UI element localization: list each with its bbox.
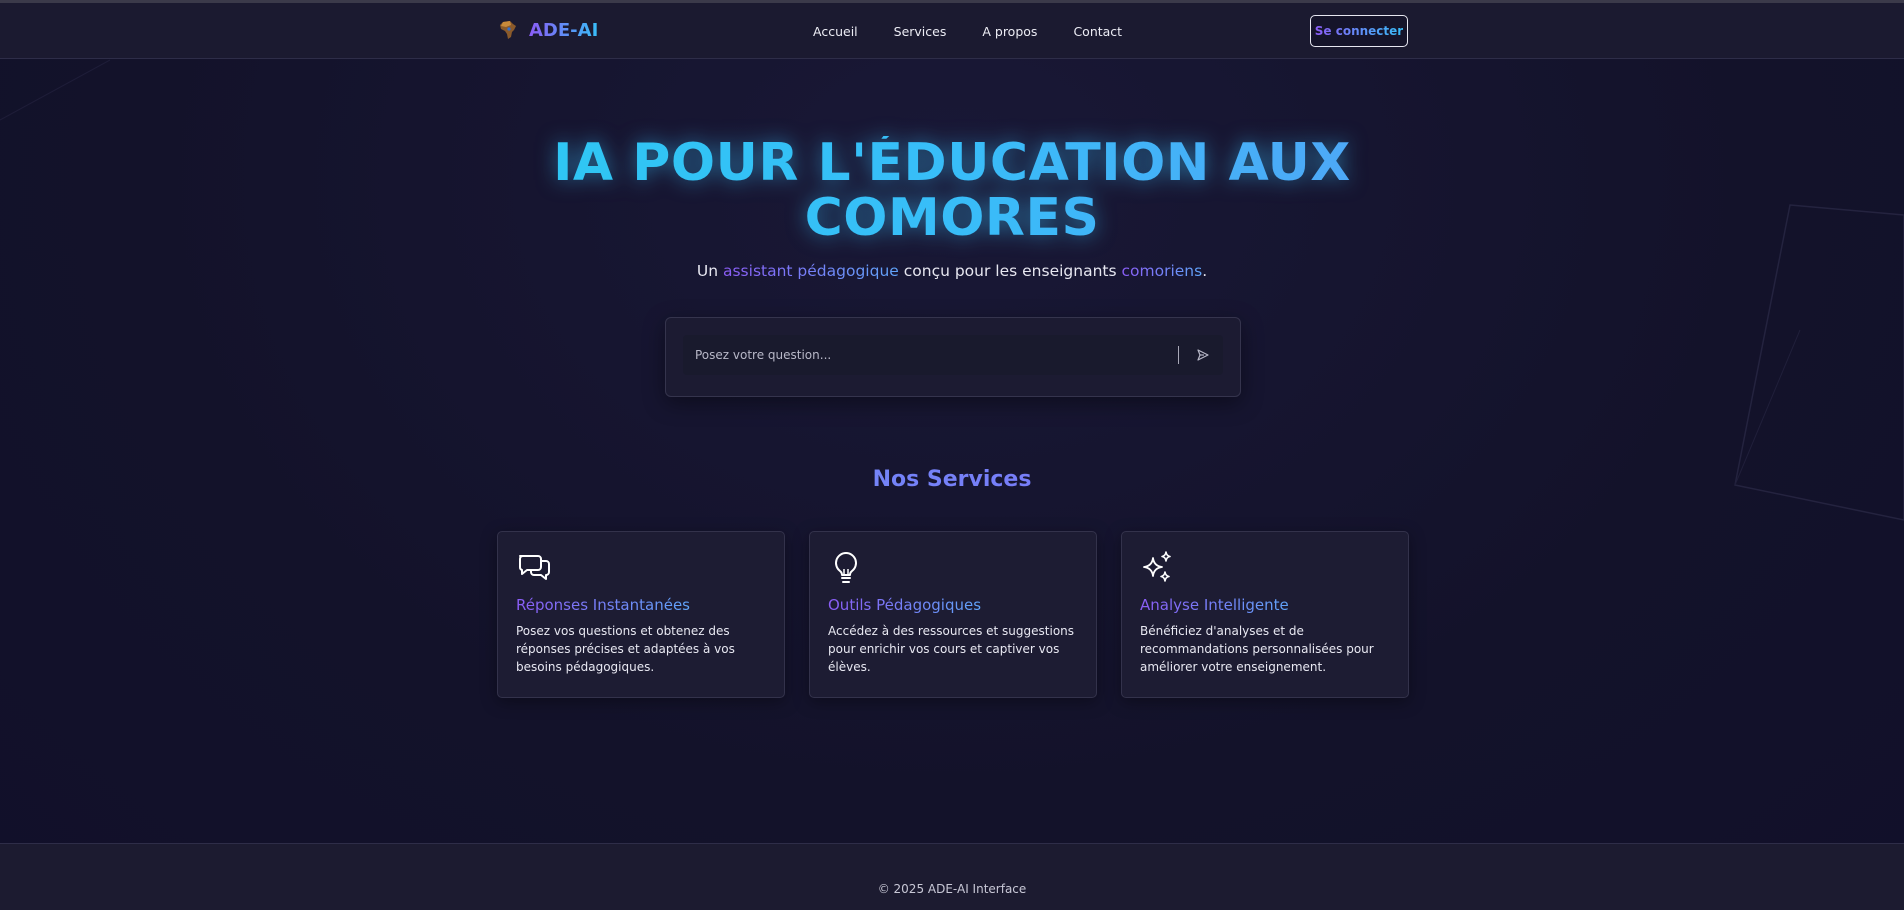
sparkles-icon <box>1140 550 1176 586</box>
nav-link-services[interactable]: Services <box>894 24 947 39</box>
question-field-wrapper <box>683 335 1223 375</box>
send-icon <box>1197 349 1209 361</box>
service-card-title: Outils Pédagogiques <box>828 596 982 614</box>
service-card-description: Bénéficiez d'analyses et de recommandati… <box>1140 624 1374 674</box>
services-cards: Réponses Instantanées Posez vos question… <box>497 531 1409 698</box>
hero-title: IA POUR L'ÉDUCATION AUX COMORES <box>0 136 1904 246</box>
nav-link-a-propos[interactable]: A propos <box>982 24 1037 39</box>
page-footer: © 2025 ADE-AI Interface <box>0 843 1904 910</box>
input-divider <box>1178 346 1179 364</box>
service-card[interactable]: Outils Pédagogiques Accédez à des ressou… <box>809 531 1097 698</box>
service-card-title: Analyse Intelligente <box>1140 596 1289 614</box>
chat-bubbles-icon <box>516 550 552 586</box>
hero-title-line2: COMORES <box>804 188 1100 248</box>
service-card[interactable]: Réponses Instantanées Posez vos question… <box>497 531 785 698</box>
main-nav: Accueil Services A propos Contact <box>813 24 1122 39</box>
lightbulb-icon <box>828 550 864 586</box>
subtitle-highlight-comoriens: comoriens <box>1121 262 1203 280</box>
subtitle-text-3: . <box>1202 262 1208 280</box>
main-content: IA POUR L'ÉDUCATION AUX COMORES Un assis… <box>0 60 1904 843</box>
service-card[interactable]: Analyse Intelligente Bénéficiez d'analys… <box>1121 531 1409 698</box>
africa-map-icon <box>497 19 519 41</box>
services-section-title: Nos Services <box>0 467 1904 492</box>
service-card-description: Posez vos questions et obtenez des répon… <box>516 624 735 674</box>
subtitle-text-1: Un <box>696 262 723 280</box>
service-card-title: Réponses Instantanées <box>516 596 690 614</box>
nav-link-accueil[interactable]: Accueil <box>813 24 858 39</box>
footer-copyright: © 2025 ADE-AI Interface <box>877 882 1027 896</box>
service-card-description: Accédez à des ressources et suggestions … <box>828 624 1075 674</box>
hero-title-line1: IA POUR L'ÉDUCATION AUX <box>553 133 1351 193</box>
send-button[interactable] <box>1191 343 1215 367</box>
question-panel <box>665 317 1241 397</box>
window-top-border <box>0 0 1904 3</box>
top-navbar: ADE-AI Accueil Services A propos Contact… <box>0 3 1904 59</box>
hero-subtitle: Un assistant pédagogique conçu pour les … <box>0 262 1904 280</box>
brand-logo[interactable]: ADE-AI <box>497 19 598 41</box>
login-button[interactable]: Se connecter <box>1310 15 1408 47</box>
login-button-label: Se connecter <box>1314 24 1404 38</box>
subtitle-highlight-assistant: assistant pédagogique <box>722 262 899 280</box>
subtitle-text-2: conçu pour les enseignants <box>898 262 1122 280</box>
brand-name: ADE-AI <box>529 19 599 41</box>
question-input[interactable] <box>683 335 1178 375</box>
nav-link-contact[interactable]: Contact <box>1073 24 1122 39</box>
